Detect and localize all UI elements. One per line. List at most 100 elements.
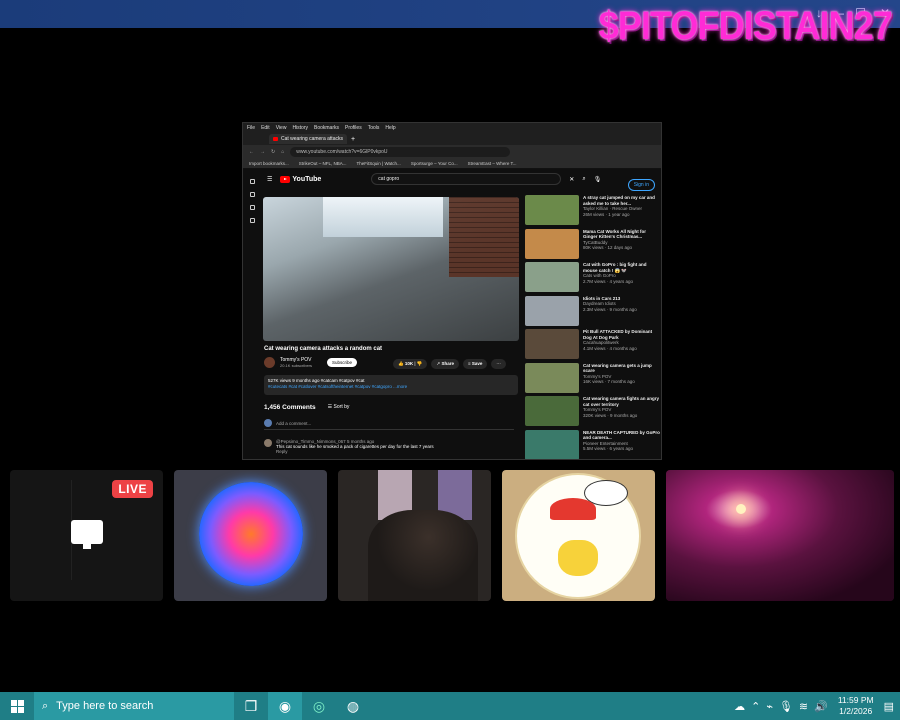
add-comment-row: Add a comment... bbox=[264, 419, 514, 430]
commenter-avatar[interactable] bbox=[264, 439, 272, 447]
browser-menubar: File Edit View History Bookmarks Profile… bbox=[243, 123, 661, 133]
stream-screen: ↓ — ☐ ✕ $PITOFDISTAIN27 File Edit View H… bbox=[0, 0, 900, 720]
video-player[interactable] bbox=[263, 197, 519, 341]
windows-logo-icon bbox=[10, 699, 24, 713]
home-icon[interactable]: ⌂ bbox=[281, 149, 284, 155]
channel-avatar[interactable] bbox=[264, 357, 275, 368]
menu-view[interactable]: View bbox=[276, 125, 287, 131]
subscribe-button[interactable]: Subscribe bbox=[327, 358, 358, 367]
shared-screen-window[interactable]: File Edit View History Bookmarks Profile… bbox=[242, 122, 662, 460]
search-icon: ⌕ bbox=[42, 699, 49, 712]
network-icon[interactable]: ⌁ bbox=[766, 700, 773, 713]
reply-button[interactable]: Reply bbox=[276, 449, 434, 454]
microphone-icon[interactable]: 🎙 bbox=[779, 700, 793, 713]
rec-item[interactable]: NEAR DEATH CAPTURED by GoPro and camera.… bbox=[525, 429, 661, 459]
notifications-icon[interactable]: ▤ bbox=[884, 700, 894, 713]
weather-icon[interactable]: ☁ bbox=[734, 700, 745, 713]
more-actions-icon[interactable]: ⋯ bbox=[491, 359, 506, 369]
rec-item[interactable]: Mama Cat Works All Night for Ginger Kitt… bbox=[525, 228, 661, 263]
sort-by-label: Sort by bbox=[333, 404, 350, 410]
menu-bookmarks[interactable]: Bookmarks bbox=[314, 125, 339, 131]
browser-tab[interactable]: Cat wearing camera attacks bbox=[269, 134, 347, 144]
menu-history[interactable]: History bbox=[292, 125, 308, 131]
new-tab-icon[interactable]: + bbox=[351, 136, 355, 143]
search-icon[interactable]: ⌕ bbox=[582, 176, 585, 183]
bookmark-item[interactable]: StrikeOut – NFL, NBA... bbox=[299, 161, 347, 166]
forward-icon[interactable]: → bbox=[260, 149, 265, 155]
youtube-logo[interactable]: YouTube bbox=[280, 175, 321, 183]
comments-count: 1,456 Comments bbox=[264, 404, 316, 411]
share-button[interactable]: ↗ Share bbox=[431, 359, 459, 369]
rec-item[interactable]: Idiots in Cars 213 Daydream Idiots 2.3M vi… bbox=[525, 295, 661, 330]
video-frame-sky bbox=[323, 197, 443, 237]
back-icon[interactable]: ← bbox=[249, 149, 254, 155]
clear-search-icon[interactable]: ✕ bbox=[569, 176, 574, 183]
menu-profiles[interactable]: Profiles bbox=[345, 125, 362, 131]
bookmark-item[interactable]: TheFitSquin | Watch... bbox=[357, 161, 401, 166]
comments-header: 1,456 Comments ☰ Sort by bbox=[264, 404, 349, 411]
rec-title: Pit Bull ATTACKED by Dominant Dog At Dog… bbox=[583, 329, 653, 340]
wifi-icon[interactable]: ≋ bbox=[799, 700, 808, 713]
menu-help[interactable]: Help bbox=[385, 125, 395, 131]
show-hidden-icons-icon[interactable]: ⌃ bbox=[751, 700, 760, 713]
rec-meta: 80K views · 12 days ago bbox=[583, 245, 633, 250]
microphone-icon[interactable]: 🎙 bbox=[594, 176, 602, 183]
video-actions: 👍 10K | 👎 ↗ Share ≡ Save ⋯ bbox=[393, 359, 506, 369]
sidebar-icon[interactable] bbox=[249, 192, 255, 197]
rec-thumbnail[interactable] bbox=[525, 228, 579, 259]
rec-thumbnail[interactable] bbox=[525, 396, 579, 426]
bookmark-item[interactable]: StreamEast – Where T... bbox=[468, 161, 517, 166]
youtube-search-input[interactable]: cat gopro bbox=[371, 173, 562, 185]
menu-tools[interactable]: Tools bbox=[368, 125, 380, 131]
video-description[interactable]: 527K views 9 months ago #catcam #catpov … bbox=[264, 375, 518, 395]
rec-item[interactable]: Cat wearing camera fights an angry cat o… bbox=[525, 396, 661, 430]
rec-thumbnail[interactable] bbox=[525, 429, 579, 459]
rec-thumbnail[interactable] bbox=[525, 362, 579, 393]
taskbar-search[interactable]: ⌕ Type here to search bbox=[34, 692, 234, 720]
sidebar-icon[interactable] bbox=[249, 179, 255, 184]
sidebar-icon[interactable] bbox=[249, 205, 255, 210]
rec-thumbnail[interactable] bbox=[525, 195, 579, 225]
rec-item[interactable]: Cat wearing camera gets a jump scare Tomm… bbox=[525, 362, 661, 397]
participant-tile-room[interactable] bbox=[666, 470, 894, 601]
bookmark-item[interactable]: Sportsurge – Your Co... bbox=[411, 161, 458, 166]
clock-date: 1/2/2026 bbox=[839, 706, 873, 716]
discord-icon[interactable]: ◉ bbox=[268, 692, 302, 720]
clock-time: 11:59 PM bbox=[837, 695, 874, 705]
url-input[interactable]: www.youtube.com/watch?v=6GlP0vkpoU bbox=[290, 147, 511, 157]
video-frame-wall bbox=[449, 197, 519, 277]
sidebar-icon[interactable] bbox=[249, 218, 255, 223]
obs-icon[interactable]: ◍ bbox=[336, 692, 370, 720]
volume-icon[interactable]: 🔊 bbox=[814, 700, 828, 713]
save-button[interactable]: ≡ Save bbox=[462, 359, 488, 369]
like-button[interactable]: 👍 10K | 👎 bbox=[393, 359, 428, 369]
menu-edit[interactable]: Edit bbox=[261, 125, 270, 131]
clock[interactable]: 11:59 PM 1/2/2026 bbox=[834, 695, 878, 717]
red-cap bbox=[550, 498, 596, 520]
menu-file[interactable]: File bbox=[247, 125, 255, 131]
task-view-icon[interactable]: ❐ bbox=[234, 692, 268, 720]
system-tray: ☁ ⌃ ⌁ 🎙 ≋ 🔊 11:59 PM 1/2/2026 ▤ bbox=[734, 692, 900, 720]
participant-tile-webcam[interactable] bbox=[338, 470, 491, 601]
edge-icon[interactable]: ◎ bbox=[302, 692, 336, 720]
rec-thumbnail[interactable] bbox=[525, 295, 579, 326]
participant-tile-avatar[interactable] bbox=[174, 470, 327, 601]
rec-item[interactable]: Pit Bull ATTACKED by Dominant Dog At Dog… bbox=[525, 329, 661, 363]
reload-icon[interactable]: ↻ bbox=[271, 149, 275, 155]
bookmark-item[interactable]: Import bookmarks... bbox=[249, 161, 289, 166]
rec-title: NEAR DEATH CAPTURED by GoPro and camera.… bbox=[583, 429, 660, 441]
rec-thumbnail[interactable] bbox=[525, 329, 579, 359]
webcam-room bbox=[666, 470, 894, 601]
start-button[interactable] bbox=[0, 692, 34, 720]
add-comment-input[interactable]: Add a comment... bbox=[276, 421, 311, 426]
rec-thumbnail[interactable] bbox=[525, 262, 579, 292]
sort-by-button[interactable]: ☰ Sort by bbox=[328, 404, 350, 411]
comment-text: This cat sounds like he smoked a pack of… bbox=[276, 444, 434, 449]
rec-item[interactable]: A stray cat jumped on my car and asked m… bbox=[525, 195, 661, 229]
screen-share-tile[interactable]: LIVE bbox=[10, 470, 163, 601]
hamburger-menu-icon[interactable]: ☰ bbox=[267, 176, 272, 183]
live-badge: LIVE bbox=[112, 480, 153, 498]
rec-item[interactable]: Cat with GoPro : big fight and mouse cat… bbox=[525, 262, 661, 296]
sign-in-button[interactable]: Sign in bbox=[627, 179, 655, 191]
participant-tile-pokemon[interactable] bbox=[502, 470, 655, 601]
